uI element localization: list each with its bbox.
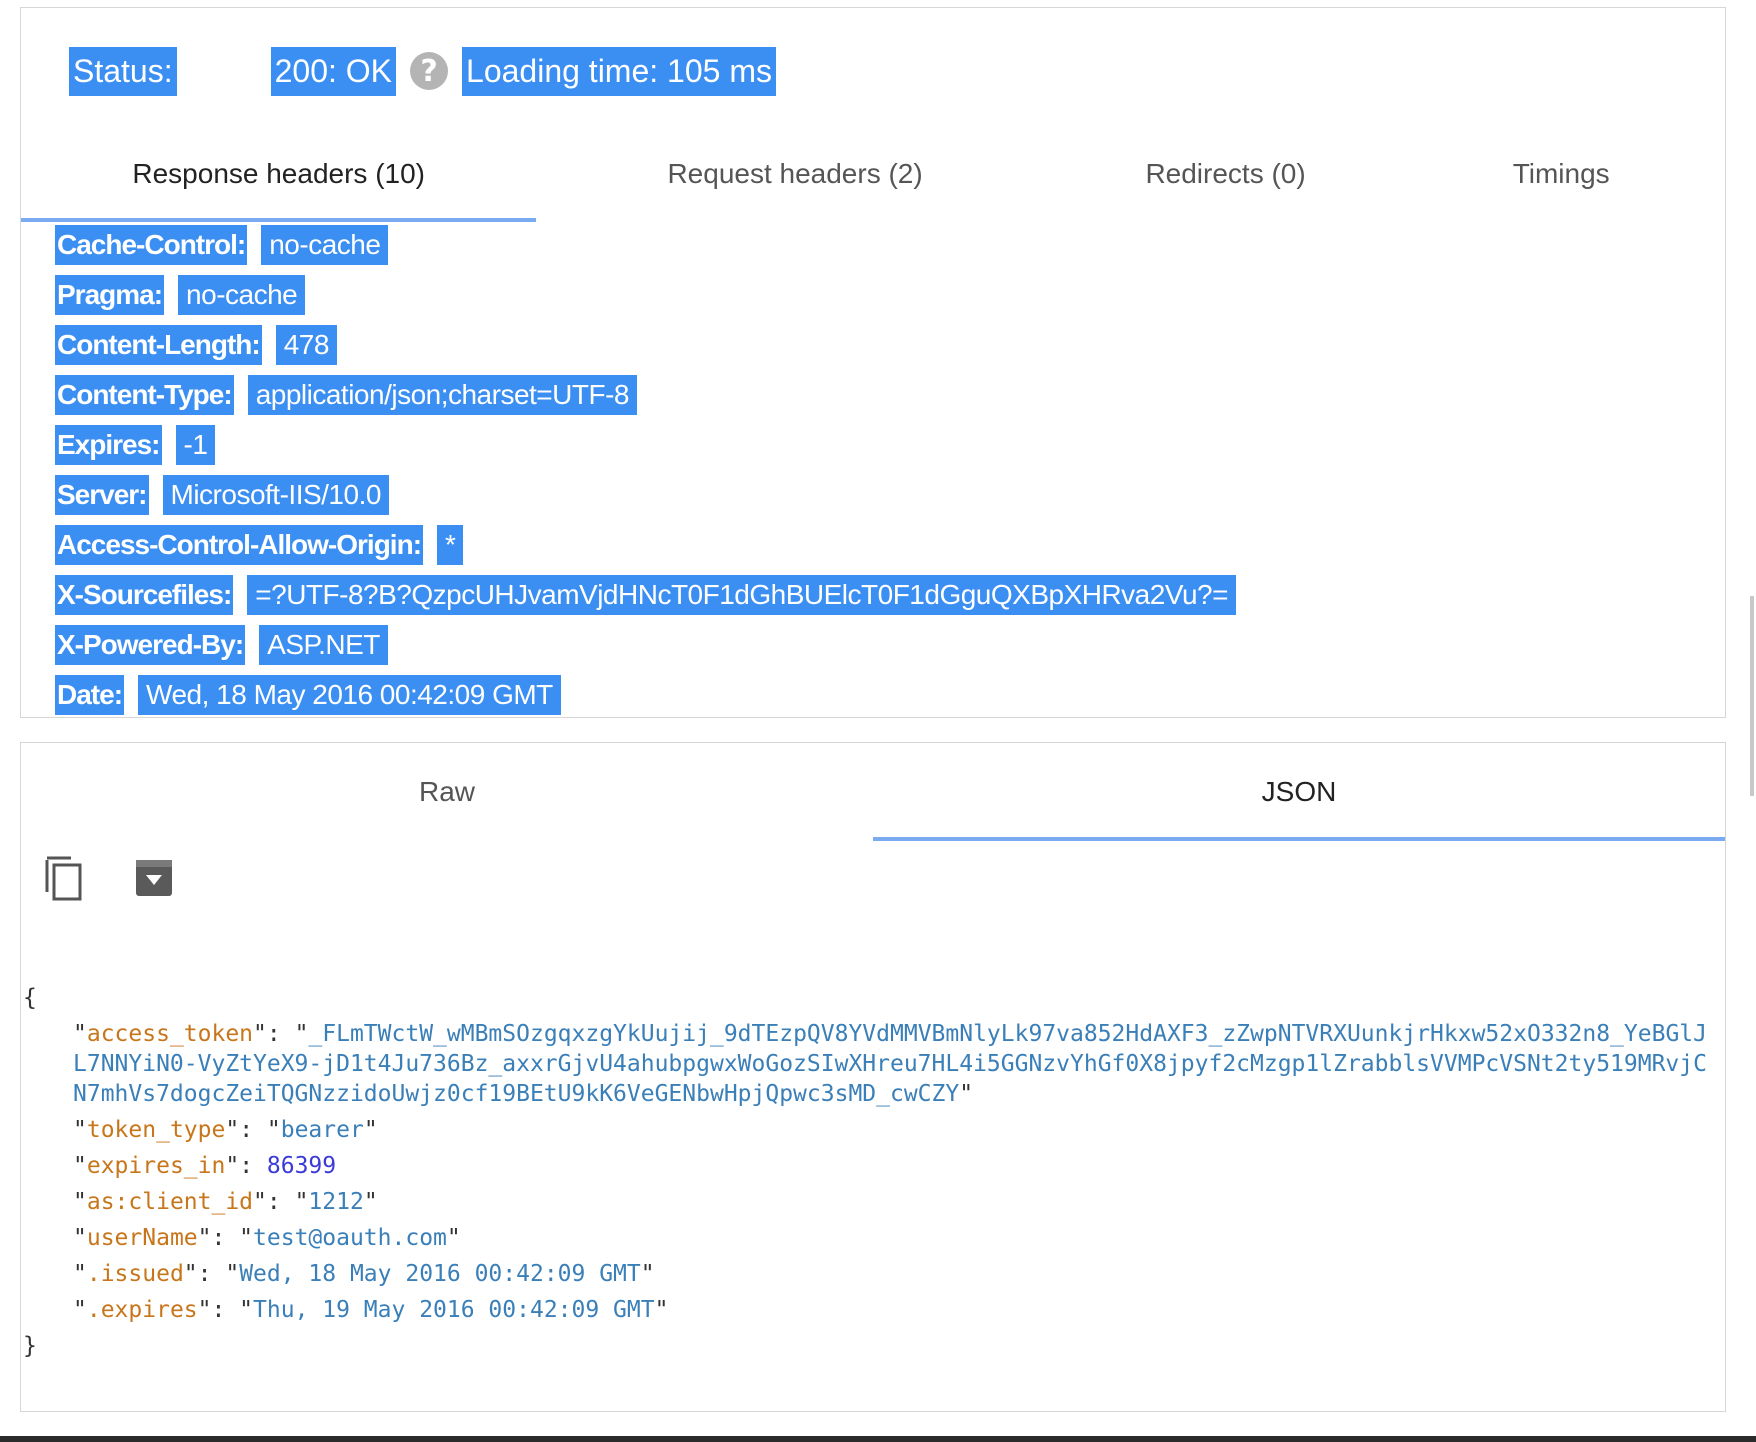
header-row: Date: Wed, 18 May 2016 00:42:09 GMT [55,670,1715,720]
tab-timings[interactable]: Timings [1397,126,1725,222]
header-value: -1 [175,425,216,465]
header-value: application/json;charset=UTF-8 [247,375,637,415]
json-entry: ".expires": "Thu, 19 May 2016 00:42:09 G… [73,1297,669,1323]
header-value: ASP.NET [259,625,388,665]
header-name: Access-Control-Allow-Origin: [55,525,424,565]
header-value: Wed, 18 May 2016 00:42:09 GMT [138,675,561,715]
json-entry: ".issued": "Wed, 18 May 2016 00:42:09 GM… [73,1261,655,1287]
header-name: Cache-Control: [55,225,248,265]
scrollbar-thumb[interactable] [1750,596,1754,796]
header-name: X-Sourcefiles: [55,575,234,615]
header-name: Expires: [55,425,162,465]
json-value: Wed, 18 May 2016 00:42:09 GMT [239,1261,641,1287]
json-open-brace: { [23,985,37,1011]
header-name: Date: [55,675,125,715]
header-name: Content-Type: [55,375,234,415]
page-scrollbar[interactable] [1738,0,1756,1442]
header-value: * [437,525,464,565]
json-entry: "token_type": "bearer" [73,1117,378,1143]
bottom-border [0,1436,1756,1442]
json-viewer: { "access_token": "_FLmTWctW_wMBmSOzgqxz… [21,983,1715,1361]
header-row: X-Powered-By: ASP.NET [55,620,1715,670]
header-value: Microsoft-IIS/10.0 [162,475,389,515]
header-value: no-cache [261,225,389,265]
json-key: expires_in [86,1153,226,1179]
headers-tab-bar: Response headers (10) Request headers (2… [21,126,1725,222]
header-row: X-Sourcefiles: =?UTF-8?B?QzpcUHJvamVjdHN… [55,570,1715,620]
header-value: no-cache [178,275,306,315]
json-value: test@oauth.com [253,1225,447,1251]
tab-raw[interactable]: Raw [21,743,873,841]
status-code: 200: OK [270,46,397,96]
json-entry: "expires_in": 86399 [73,1153,337,1179]
json-value: bearer [280,1117,364,1143]
loading-time: Loading time: 105 ms [462,46,776,96]
tab-json[interactable]: JSON [873,743,1725,841]
header-name: X-Powered-By: [55,625,246,665]
tab-response-headers[interactable]: Response headers (10) [21,126,537,222]
tab-request-headers[interactable]: Request headers (2) [536,126,1053,222]
save-icon[interactable] [131,853,177,903]
status-label: Status: [69,46,177,96]
json-entry: "userName": "test@oauth.com" [73,1225,461,1251]
json-value: 1212 [308,1189,364,1215]
json-entry: "access_token": "_FLmTWctW_wMBmSOzgqxzgY… [73,1021,1707,1107]
status-line: Status: 200: OK ? Loading time: 105 ms [69,46,1705,96]
json-entry: "as:client_id": "1212" [73,1189,378,1215]
header-row: Cache-Control: no-cache [55,220,1715,270]
response-status-panel: Status: 200: OK ? Loading time: 105 ms R… [20,7,1726,718]
tab-redirects[interactable]: Redirects (0) [1054,126,1398,222]
body-tab-bar: Raw JSON [21,743,1725,841]
json-key: .issued [86,1261,184,1287]
header-row: Expires: -1 [55,420,1715,470]
json-key: userName [86,1225,198,1251]
header-name: Server: [55,475,149,515]
response-body-panel: Raw JSON { "access_token": "_FLmTWctW_wM… [20,742,1726,1412]
body-toolbar [41,853,177,903]
header-row: Access-Control-Allow-Origin: * [55,520,1715,570]
header-row: Server: Microsoft-IIS/10.0 [55,470,1715,520]
help-icon[interactable]: ? [410,52,449,90]
json-close-brace: } [23,1333,37,1359]
header-name: Pragma: [55,275,165,315]
header-value: 478 [275,325,337,365]
json-key: access_token [86,1021,254,1047]
header-value: =?UTF-8?B?QzpcUHJvamVjdHNcT0F1dGhBUElcT0… [247,575,1236,615]
copy-icon[interactable] [41,853,87,903]
json-value: 86399 [266,1153,337,1179]
header-row: Content-Length: 478 [55,320,1715,370]
json-value: Thu, 19 May 2016 00:42:09 GMT [253,1297,655,1323]
header-row: Pragma: no-cache [55,270,1715,320]
header-row: Content-Type: application/json;charset=U… [55,370,1715,420]
json-value: _FLmTWctW_wMBmSOzgqxzgYkUujij_9dTEzpQV8Y… [73,1021,1707,1107]
response-headers-list: Cache-Control: no-cache Pragma: no-cache… [55,220,1715,720]
header-name: Content-Length: [55,325,262,365]
json-key: token_type [86,1117,226,1143]
json-key: .expires [86,1297,198,1323]
json-key: as:client_id [86,1189,254,1215]
